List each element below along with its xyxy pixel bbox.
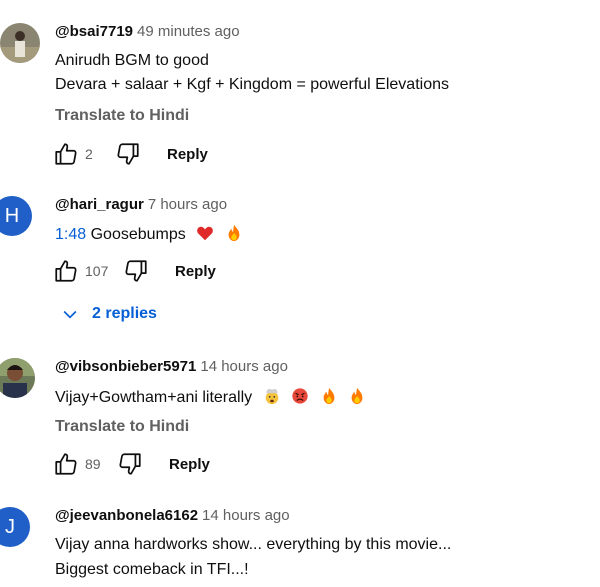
thumbs-up-icon[interactable] — [53, 141, 79, 167]
comment-actions: 107 Reply — [53, 258, 216, 284]
comment-text: 1:48 Goosebumps — [55, 224, 243, 244]
replies-label: 2 replies — [92, 305, 157, 322]
comment-text: Anirudh BGM to good — [55, 52, 209, 69]
heart-emoji-icon — [197, 226, 214, 241]
author-name[interactable]: @vibsonbieber5971 — [55, 358, 196, 375]
angry-face-emoji-icon — [292, 388, 308, 404]
avatar[interactable]: H — [0, 196, 32, 236]
translate-link[interactable]: Translate to Hindi — [55, 107, 189, 125]
reply-button[interactable]: Reply — [167, 146, 208, 163]
comment-text: Vijay+Gowtham+ani literally — [55, 387, 366, 407]
comment-body: Goosebumps — [90, 226, 186, 243]
comment-body: Vijay+Gowtham+ani literally — [55, 389, 253, 406]
avatar-letter: H — [4, 204, 20, 227]
comment-author: @vibsonbieber5971 14 hours ago — [55, 358, 288, 375]
reply-button[interactable]: Reply — [175, 263, 216, 280]
like-count: 89 — [85, 456, 101, 472]
thumbs-down-icon[interactable] — [123, 258, 149, 284]
author-name[interactable]: @hari_ragur — [55, 196, 144, 213]
thumbs-up-icon[interactable] — [53, 451, 79, 477]
comment-text: Vijay anna hardworks show... everything … — [55, 536, 452, 553]
comment-time[interactable]: 14 hours ago — [202, 507, 290, 524]
comment-time[interactable]: 7 hours ago — [148, 196, 227, 213]
avatar[interactable] — [0, 23, 40, 63]
comment-time[interactable]: 49 minutes ago — [137, 23, 240, 40]
avatar-letter: J — [5, 515, 15, 538]
like-count: 107 — [85, 263, 109, 279]
fire-emoji-icon — [228, 224, 240, 242]
thumbs-up-icon[interactable] — [53, 258, 79, 284]
thumbs-down-icon[interactable] — [115, 141, 141, 167]
avatar[interactable] — [0, 358, 35, 398]
author-name[interactable]: @bsai7719 — [55, 23, 133, 40]
reply-button[interactable]: Reply — [169, 456, 210, 473]
fire-emoji-icon — [351, 387, 363, 405]
comment-author: @bsai7719 49 minutes ago — [55, 23, 240, 40]
timestamp-link[interactable]: 1:48 — [55, 226, 86, 243]
fire-emoji-icon — [323, 387, 334, 405]
view-replies-button[interactable]: 2 replies — [60, 304, 157, 324]
comment-author: @hari_ragur 7 hours ago — [55, 196, 227, 213]
avatar[interactable]: J — [0, 507, 30, 547]
thumbs-down-icon[interactable] — [117, 451, 143, 477]
comment-time[interactable]: 14 hours ago — [200, 358, 288, 375]
comment-actions: 89 Reply — [53, 451, 210, 477]
like-count: 2 — [85, 146, 93, 162]
chevron-down-icon — [63, 310, 77, 319]
comment-actions: 2 Reply — [53, 141, 208, 167]
translate-link[interactable]: Translate to Hindi — [55, 418, 189, 436]
exploding-head-emoji-icon — [265, 388, 278, 405]
comment-text: Devara + salaar + Kgf + Kingdom = powerf… — [55, 76, 449, 93]
comment-author: @jeevanbonela6162 14 hours ago — [55, 507, 290, 524]
comment-text: Biggest comeback in TFI...! — [55, 561, 249, 578]
author-name[interactable]: @jeevanbonela6162 — [55, 507, 198, 524]
